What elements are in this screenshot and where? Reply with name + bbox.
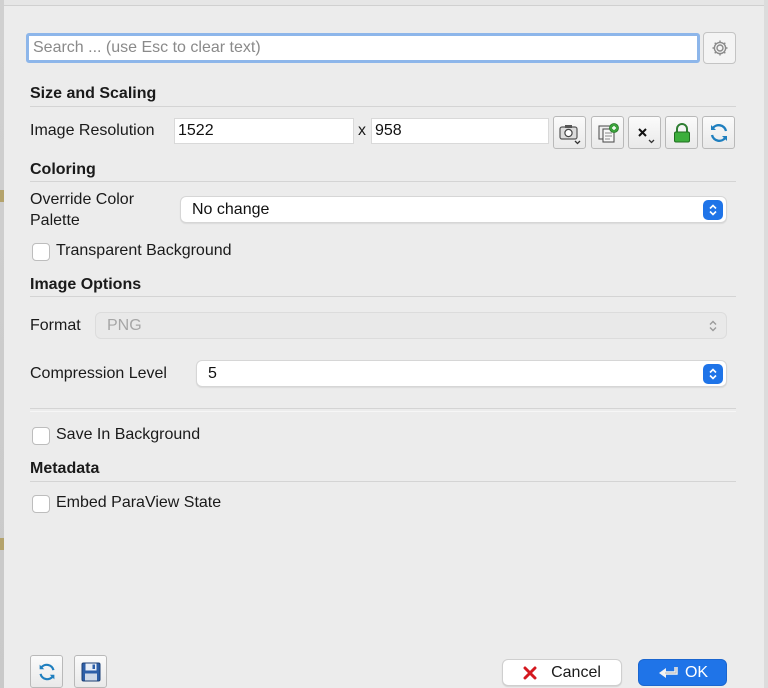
lock-aspect-button[interactable]	[665, 116, 698, 149]
ok-button-label: OK	[684, 663, 709, 681]
section-divider	[30, 296, 736, 297]
cancel-button-label: Cancel	[551, 663, 601, 681]
lock-icon	[673, 122, 690, 142]
section-divider	[30, 411, 736, 412]
section-title-size-scaling: Size and Scaling	[30, 85, 157, 102]
save-as-default-button[interactable]	[74, 655, 107, 688]
section-divider	[30, 181, 736, 182]
restore-defaults-button[interactable]	[30, 655, 63, 688]
section-divider	[30, 481, 736, 482]
cancel-button[interactable]: Cancel	[502, 659, 622, 686]
compression-level-select[interactable]: 5	[196, 360, 727, 387]
transparent-background-label: Transparent Background	[56, 242, 232, 259]
compression-level-value: 5	[208, 364, 217, 382]
format-label: Format	[30, 317, 81, 334]
section-divider	[30, 408, 736, 409]
edge-mark	[0, 190, 4, 202]
chevron-up-down-icon	[703, 316, 723, 336]
override-palette-label-line1: Override Color	[30, 191, 135, 208]
copy-resolution-icon	[597, 122, 619, 143]
embed-paraview-state-label: Embed ParaView State	[56, 494, 222, 511]
embed-paraview-state-checkbox[interactable]	[32, 495, 50, 513]
section-divider	[30, 106, 736, 107]
section-title-image-options: Image Options	[30, 276, 142, 293]
section-title-coloring: Coloring	[30, 161, 96, 178]
save-icon	[81, 662, 100, 681]
save-in-background-label: Save In Background	[56, 426, 201, 443]
save-in-background-checkbox[interactable]	[32, 427, 50, 445]
color-palette-select[interactable]: No change	[180, 196, 727, 223]
resolution-preset-icon	[637, 127, 654, 143]
copy-resolution-button[interactable]	[591, 116, 624, 149]
section-title-metadata: Metadata	[30, 460, 100, 477]
override-palette-label-line2: Palette	[30, 212, 80, 229]
ok-arrow-icon	[658, 666, 678, 678]
chevron-up-down-icon	[703, 200, 723, 220]
gear-icon	[712, 40, 727, 56]
image-resolution-label: Image Resolution	[30, 122, 155, 139]
camera-icon	[558, 124, 580, 144]
camera-resolution-button[interactable]	[553, 116, 586, 149]
edge-mark	[0, 538, 4, 550]
resolution-width-input[interactable]	[174, 118, 354, 144]
cancel-x-icon	[523, 666, 537, 679]
chevron-up-down-icon	[703, 364, 723, 384]
window-edge-left	[0, 0, 4, 688]
color-palette-value: No change	[192, 200, 270, 218]
compression-level-label: Compression Level	[30, 365, 167, 382]
format-select[interactable]: PNG	[95, 312, 727, 339]
window-edge-right	[764, 0, 768, 688]
window-edge-top	[4, 0, 768, 6]
search-input[interactable]	[26, 33, 700, 63]
ok-button[interactable]: OK	[638, 659, 727, 686]
refresh-icon	[38, 663, 55, 680]
transparent-background-checkbox[interactable]	[32, 243, 50, 261]
resolution-height-input[interactable]	[371, 118, 549, 144]
resolution-separator: x	[358, 122, 366, 139]
advanced-settings-button[interactable]	[703, 32, 736, 64]
reset-resolution-button[interactable]	[702, 116, 735, 149]
reset-icon	[710, 123, 727, 142]
resolution-preset-button[interactable]	[628, 116, 661, 149]
format-value: PNG	[107, 316, 142, 334]
